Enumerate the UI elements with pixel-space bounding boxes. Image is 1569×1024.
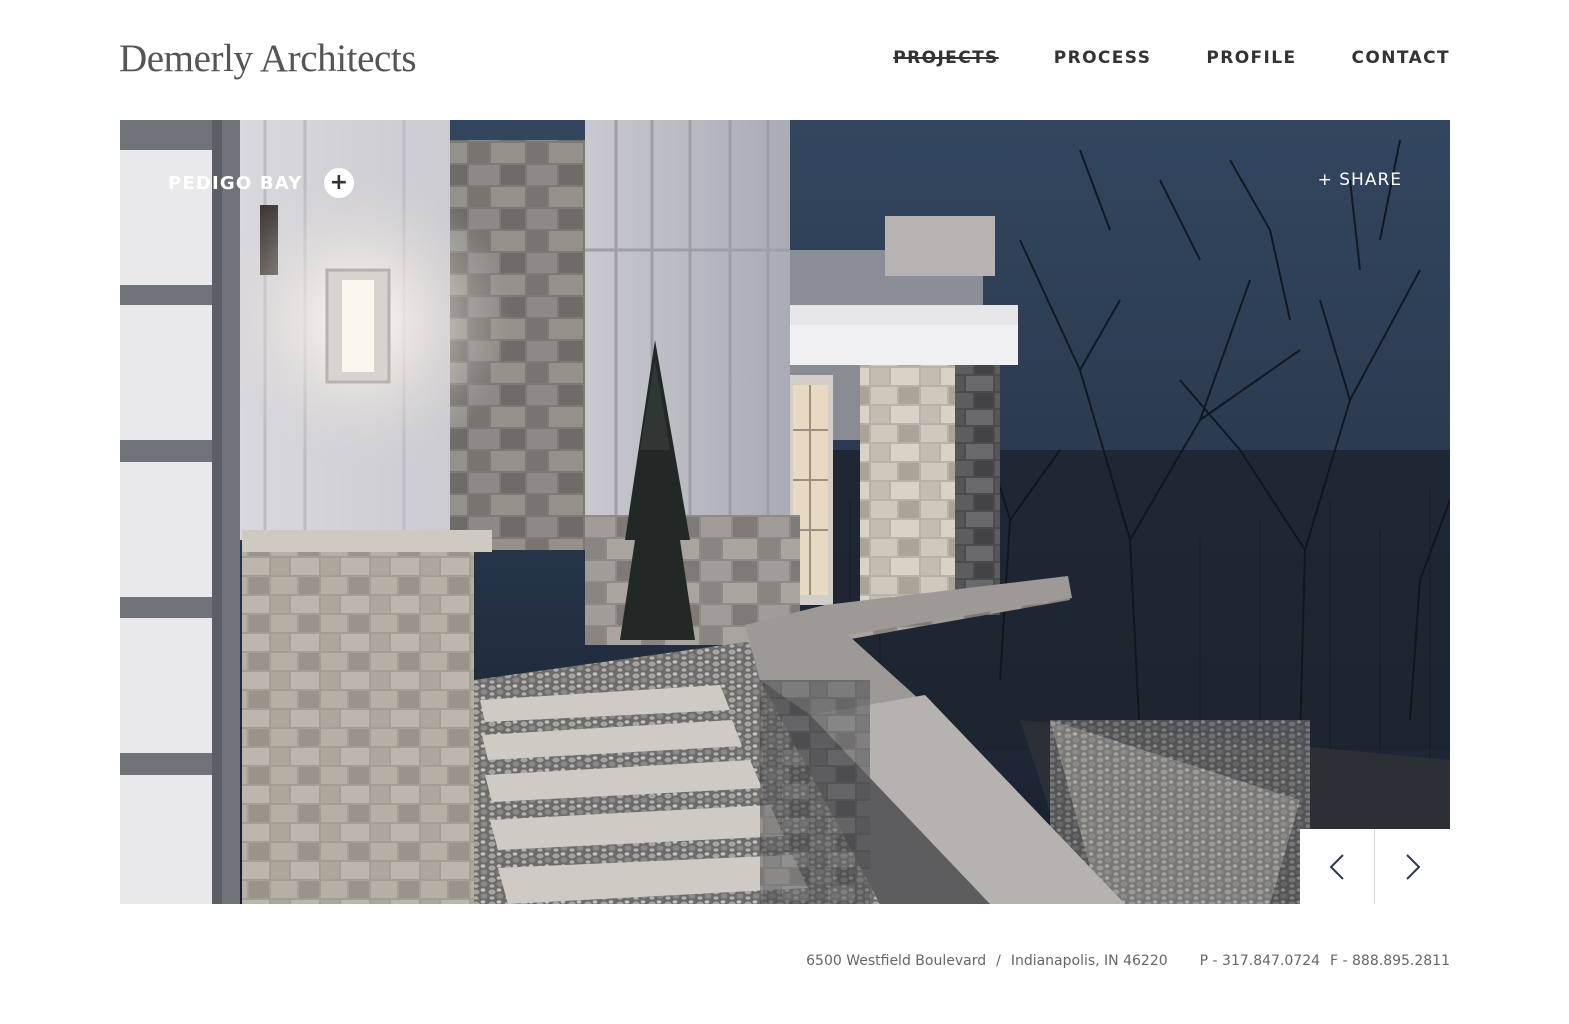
nav-profile[interactable]: PROFILE [1206, 48, 1296, 68]
nav-projects[interactable]: PROJECTS [893, 48, 998, 68]
footer-separator: / [996, 953, 1001, 969]
project-title-bar: PEDIGO BAY + [168, 168, 355, 198]
chevron-left-icon [1329, 853, 1344, 880]
footer-contact: 6500 Westfield Boulevard / Indianapolis,… [806, 953, 1450, 969]
footer-city: Indianapolis, IN 46220 [1010, 953, 1168, 969]
footer-fax: F - 888.895.2811 [1330, 953, 1450, 969]
project-photo [120, 120, 1450, 904]
chevron-right-icon [1405, 853, 1420, 880]
footer-phone[interactable]: P - 317.847.0724 [1200, 953, 1320, 969]
share-button[interactable]: + SHARE [1318, 170, 1402, 190]
project-title: PEDIGO BAY [168, 172, 303, 194]
nav-process[interactable]: PROCESS [1054, 48, 1152, 68]
next-slide-button[interactable] [1375, 829, 1450, 904]
nav-contact[interactable]: CONTACT [1352, 48, 1450, 68]
site-logo[interactable]: Demerly Architects [119, 36, 417, 81]
hero-slideshow: PEDIGO BAY + + SHARE [120, 120, 1450, 904]
previous-slide-button[interactable] [1300, 829, 1375, 904]
plus-icon[interactable]: + [324, 168, 355, 198]
footer-street: 6500 Westfield Boulevard [806, 953, 987, 969]
main-nav: PROJECTS PROCESS PROFILE CONTACT [838, 48, 1450, 68]
slideshow-controls [1300, 829, 1450, 904]
